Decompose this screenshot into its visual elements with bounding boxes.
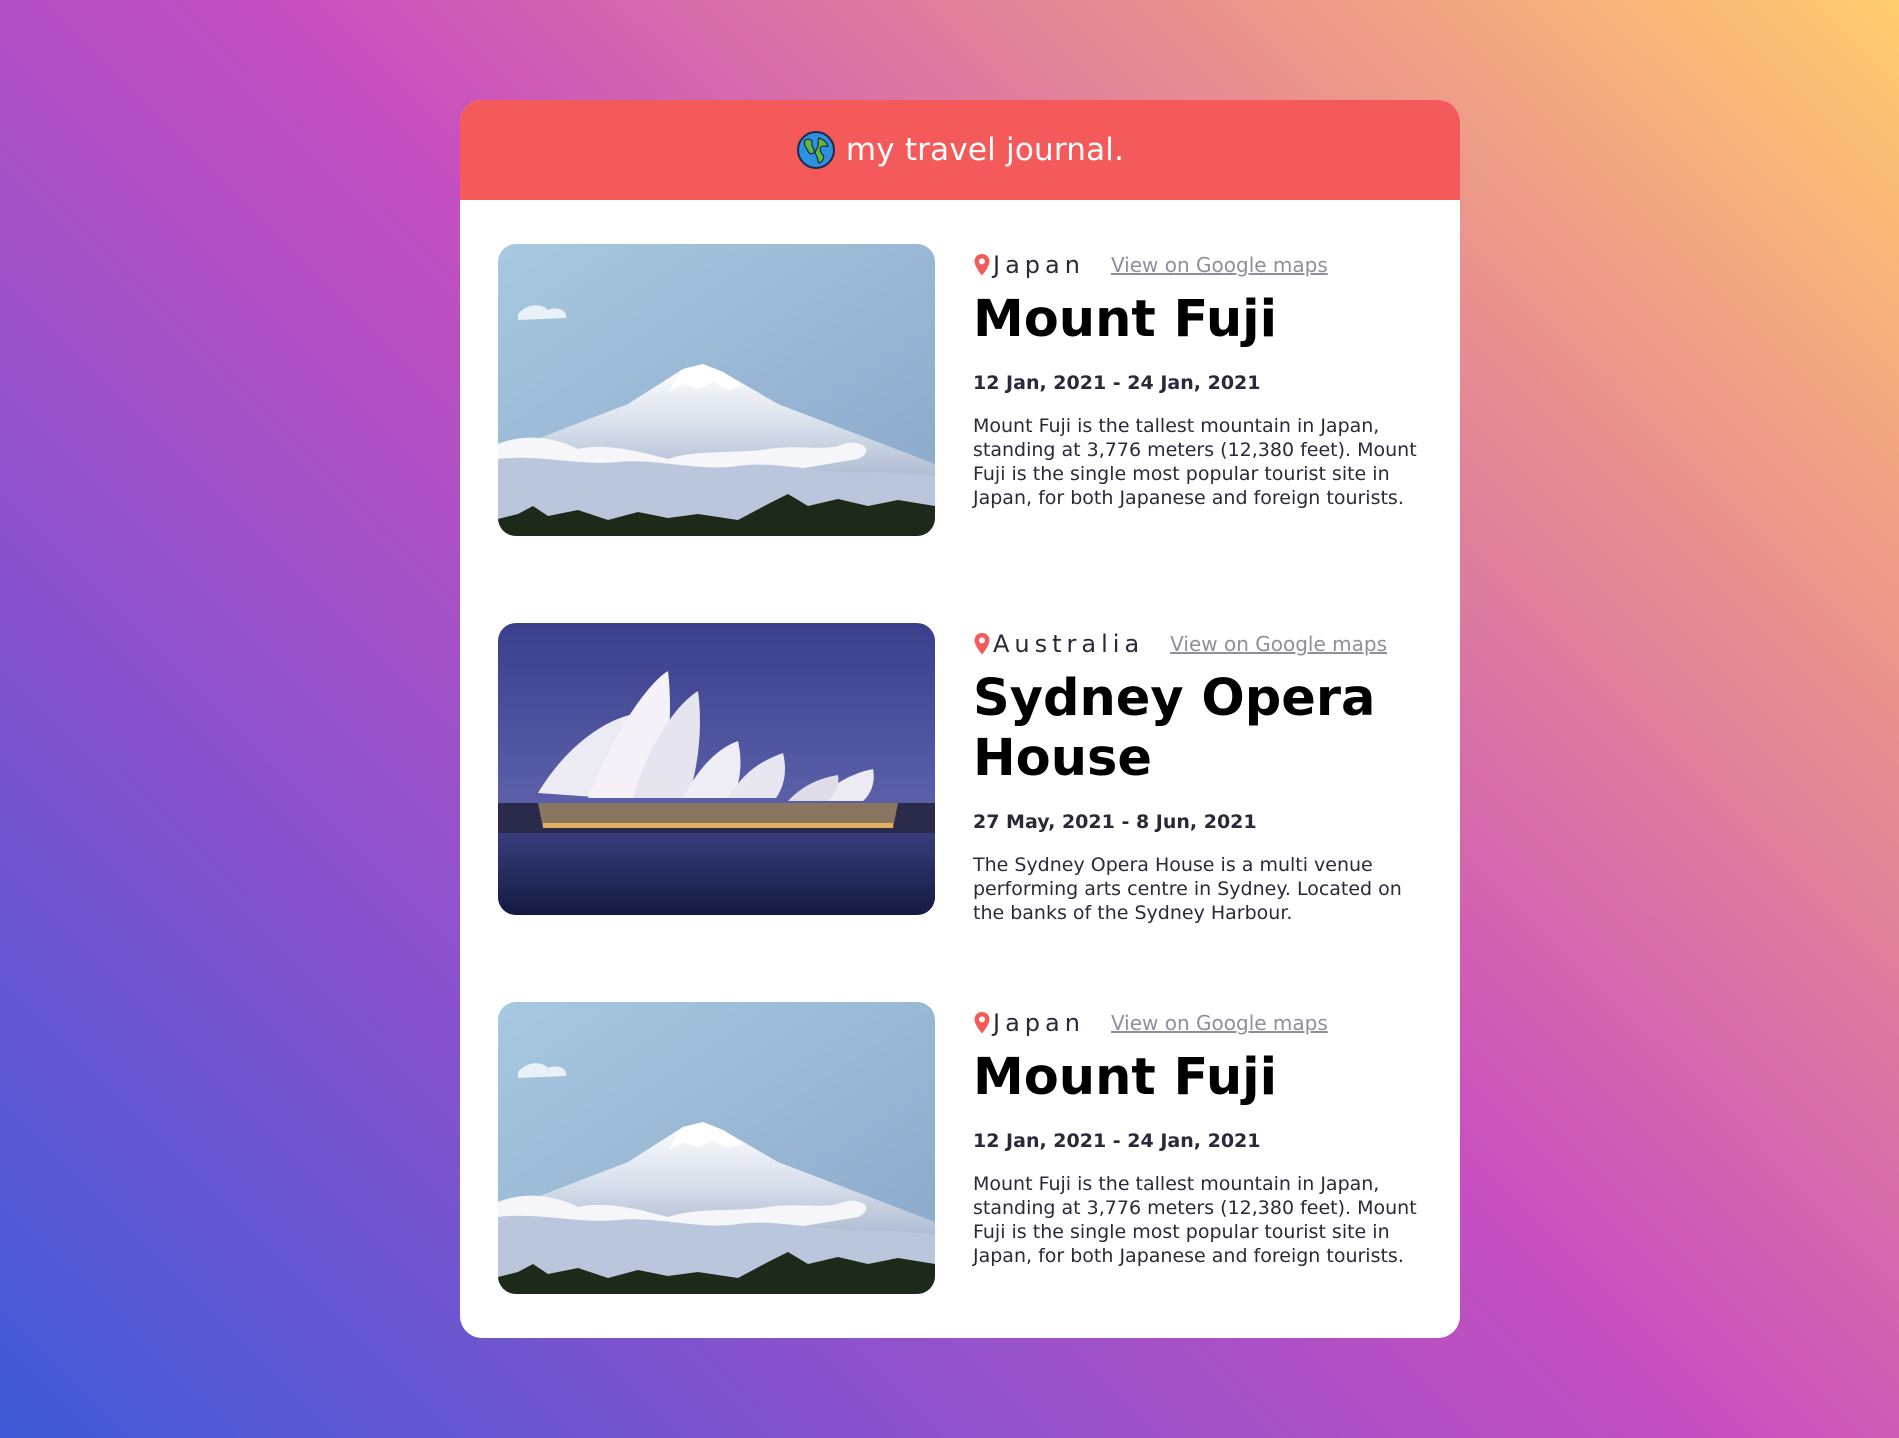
mount-fuji-photo bbox=[498, 244, 935, 536]
google-maps-link[interactable]: View on Google maps bbox=[1170, 632, 1387, 656]
location-row: Japan View on Google maps bbox=[973, 1008, 1436, 1038]
google-maps-link[interactable]: View on Google maps bbox=[1111, 1011, 1328, 1035]
app-title: my travel journal. bbox=[845, 132, 1125, 168]
entry-description: Mount Fuji is the tallest mountain in Ja… bbox=[973, 1173, 1417, 1267]
location: Australia bbox=[973, 630, 1144, 658]
entry-country: Japan bbox=[993, 1009, 1085, 1037]
entry-country: Australia bbox=[993, 630, 1145, 658]
entries-list: Japan View on Google maps Mount Fuji 12 … bbox=[460, 200, 1460, 1294]
entry-description: Mount Fuji is the tallest mountain in Ja… bbox=[973, 415, 1417, 509]
journal-entry: Australia View on Google maps Sydney Ope… bbox=[498, 623, 1436, 924]
location: Japan bbox=[973, 1009, 1085, 1037]
entry-info: Japan View on Google maps Mount Fuji 12 … bbox=[973, 1002, 1436, 1294]
location-pin-icon bbox=[974, 633, 990, 655]
location-row: Australia View on Google maps bbox=[973, 629, 1436, 659]
journal-entry: Japan View on Google maps Mount Fuji 12 … bbox=[498, 244, 1436, 536]
location-pin-icon bbox=[974, 1012, 990, 1034]
app-header: my travel journal. bbox=[460, 100, 1460, 200]
entry-place: Mount Fuji bbox=[973, 290, 1278, 349]
mount-fuji-photo bbox=[498, 1002, 935, 1294]
location-pin-icon bbox=[974, 254, 990, 276]
entry-info: Japan View on Google maps Mount Fuji 12 … bbox=[973, 244, 1436, 536]
sydney-opera-house-photo bbox=[498, 623, 935, 915]
entry-dates: 12 Jan, 2021 - 24 Jan, 2021 bbox=[973, 1130, 1261, 1152]
entry-country: Japan bbox=[993, 251, 1085, 279]
journal-entry: Japan View on Google maps Mount Fuji 12 … bbox=[498, 1002, 1436, 1294]
globe-icon bbox=[796, 131, 835, 169]
entry-place: Mount Fuji bbox=[973, 1048, 1278, 1107]
location: Japan bbox=[973, 251, 1085, 279]
journal-card: my travel journal. Japan View on Google … bbox=[460, 100, 1460, 1338]
entry-dates: 12 Jan, 2021 - 24 Jan, 2021 bbox=[973, 372, 1261, 394]
entry-place: Sydney Opera House bbox=[973, 669, 1376, 788]
location-row: Japan View on Google maps bbox=[973, 250, 1436, 280]
entry-dates: 27 May, 2021 - 8 Jun, 2021 bbox=[973, 811, 1257, 833]
entry-info: Australia View on Google maps Sydney Ope… bbox=[973, 623, 1436, 924]
google-maps-link[interactable]: View on Google maps bbox=[1111, 253, 1328, 277]
entry-description: The Sydney Opera House is a multi venue … bbox=[973, 854, 1402, 924]
